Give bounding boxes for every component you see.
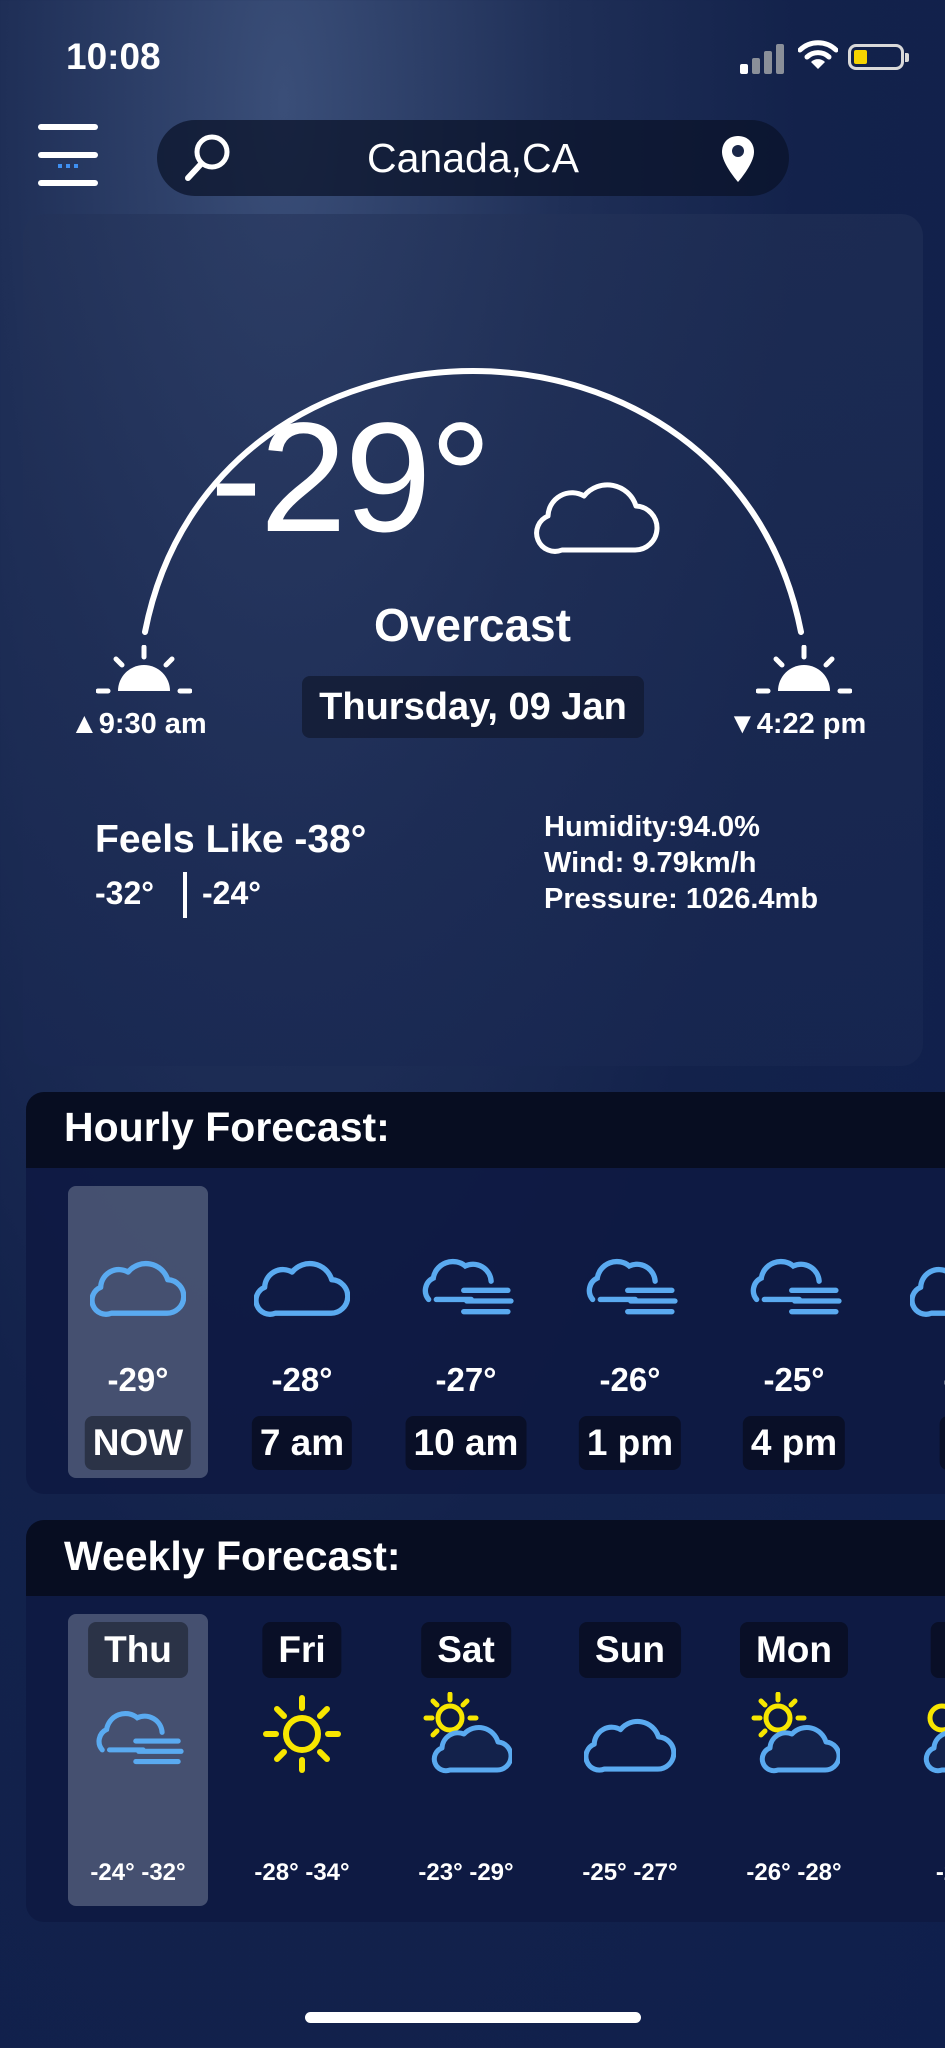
weekly-item[interactable]: Thu -24° -32°: [68, 1614, 208, 1906]
hourly-temp: -2: [888, 1361, 945, 1399]
weekly-range: -23° -29°: [418, 1859, 514, 1886]
sunrise-icon: [96, 645, 192, 694]
wind: Wind: 9.79km/h: [544, 847, 757, 879]
weekly-range: -26° -28°: [746, 1859, 842, 1886]
weekly-forecast-list[interactable]: Thu -24° -32° Fri -28° -34° Sat -23° -29…: [0, 1614, 945, 1914]
hourly-item[interactable]: -2 7: [888, 1186, 945, 1478]
hourly-time: NOW: [84, 1416, 192, 1470]
menu-button[interactable]: [36, 124, 102, 190]
weekly-day: Mon: [739, 1622, 849, 1678]
status-time: 10:08: [66, 36, 161, 77]
wifi-icon: [798, 40, 838, 69]
cloud-icon: [910, 1266, 945, 1317]
hourly-item[interactable]: -28° 7 am: [232, 1186, 372, 1478]
hourly-forecast-title: Hourly Forecast:: [64, 1104, 390, 1150]
pressure: Pressure: 1026.4mb: [544, 883, 819, 915]
weekly-item[interactable]: Sat -23° -29°: [396, 1614, 536, 1906]
sunrise-time: ▲9:30 am: [70, 708, 207, 740]
fog-icon: [96, 1711, 184, 1765]
hourly-item[interactable]: -29° NOW: [68, 1186, 208, 1478]
sunset-icon: [756, 645, 852, 694]
hourly-forecast-list[interactable]: -29° NOW -28° 7 am -27° 10 am -26° 1 pm …: [0, 1186, 945, 1486]
weekly-item[interactable]: Sun -25° -27°: [560, 1614, 700, 1906]
weekly-item[interactable]: T -27°: [888, 1614, 945, 1906]
hourly-item[interactable]: -27° 10 am: [396, 1186, 536, 1478]
cloud-icon: [534, 482, 660, 554]
partly-cloudy-icon: [923, 1703, 945, 1774]
temp-divider: [183, 872, 187, 918]
weekly-item[interactable]: Fri -28° -34°: [232, 1614, 372, 1906]
hourly-time: 4 pm: [742, 1416, 846, 1470]
sun-icon: [263, 1695, 341, 1773]
weekly-item[interactable]: Mon -26° -28°: [724, 1614, 864, 1906]
hourly-item[interactable]: -25° 4 pm: [724, 1186, 864, 1478]
weather-stats: Humidity:94.0% Wind: 9.79km/h Pressure: …: [544, 809, 818, 917]
current-temperature: -29°: [210, 391, 492, 565]
hourly-time: 7: [939, 1416, 945, 1470]
partly-cloudy-icon: [751, 1692, 840, 1774]
hourly-time: 7 am: [251, 1416, 353, 1470]
hourly-temp: -27°: [435, 1361, 497, 1398]
cloud-icon: [90, 1260, 186, 1317]
hourly-temp: -25°: [763, 1361, 825, 1398]
fog-icon: [422, 1258, 514, 1315]
weekly-range: -25° -27°: [582, 1859, 678, 1886]
weekly-range: -28° -34°: [254, 1859, 350, 1886]
weekly-day: Sat: [421, 1622, 511, 1678]
current-date: Thursday, 09 Jan: [319, 686, 627, 728]
weekly-day: T: [930, 1622, 945, 1678]
hourly-time: 1 pm: [578, 1416, 682, 1470]
hourly-temp: -28°: [271, 1361, 333, 1398]
weekly-range: -27°: [935, 1859, 945, 1886]
low-temp: -32°: [95, 875, 155, 911]
hourly-temp: -26°: [599, 1361, 661, 1398]
weekly-forecast-title: Weekly Forecast:: [64, 1533, 401, 1579]
hourly-time: 10 am: [405, 1416, 527, 1470]
condition-label: Overcast: [374, 599, 571, 651]
weekly-day: Sun: [579, 1622, 681, 1678]
feels-like: Feels Like -38°: [95, 818, 367, 861]
cloud-icon: [254, 1260, 350, 1317]
partly-cloudy-icon: [423, 1692, 512, 1774]
cloud-icon: [584, 1718, 676, 1773]
location-label[interactable]: Canada,CA: [157, 120, 789, 196]
high-temp: -24°: [202, 875, 262, 911]
hourly-temp: -29°: [107, 1361, 169, 1398]
fog-icon: [586, 1258, 678, 1315]
fog-icon: [750, 1258, 842, 1315]
location-pin-icon[interactable]: [720, 134, 756, 184]
cellular-signal-icon: [740, 44, 784, 74]
hourly-item[interactable]: -26° 1 pm: [560, 1186, 700, 1478]
humidity: Humidity:94.0%: [544, 811, 760, 843]
battery-icon: [848, 44, 909, 70]
weekly-day: Fri: [262, 1622, 342, 1678]
weekly-day: Thu: [88, 1622, 188, 1678]
weekly-range: -24° -32°: [90, 1859, 186, 1886]
sunset-time: ▼4:22 pm: [728, 708, 867, 740]
home-indicator[interactable]: [305, 2012, 641, 2023]
